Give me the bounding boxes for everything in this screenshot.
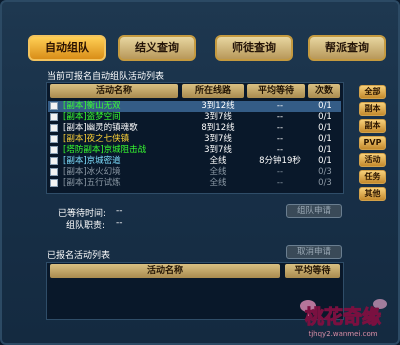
team-role-value: --: [116, 218, 123, 228]
activity-name: [副本]幽灵的镇魂歌: [63, 123, 138, 133]
activity-row[interactable]: [副本]京城密道 全线 8分钟19秒 0/1: [48, 156, 341, 167]
team-apply-button[interactable]: 组队申请: [286, 204, 342, 218]
activity-lines: 8到12线: [201, 123, 235, 133]
activity-avg-wait: --: [276, 123, 284, 133]
activity-checkbox[interactable]: [50, 168, 58, 176]
activity-lines: 全线: [209, 178, 227, 188]
team-window: 自动组队 结义查询 师徒查询 帮派查询 当前可报名自动组队活动列表 活动名称 所…: [0, 0, 400, 345]
filter-dungeon-2-button[interactable]: 副本: [359, 119, 386, 133]
activity-count: 0/3: [318, 167, 332, 177]
activity-row[interactable]: [塔防副本]京城阻击战 3到7线 -- 0/1: [48, 145, 341, 156]
activity-lines: 3到7线: [204, 145, 232, 155]
waited-time-value: --: [116, 206, 123, 216]
tab-mentor-query[interactable]: 师徒查询: [215, 35, 293, 61]
cancel-apply-button[interactable]: 取消申请: [286, 245, 342, 259]
logo-site: tjhqy2.wanmei.com: [308, 330, 377, 338]
tab-sworn-query[interactable]: 结义查询: [118, 35, 196, 61]
col-header-lines: 所在线路: [182, 84, 244, 98]
activity-name: [副本]冰火幻境: [63, 167, 121, 177]
filter-quest-button[interactable]: 任务: [359, 170, 386, 184]
activity-name: [副本]夜之七侠镇: [63, 134, 130, 144]
activity-count: 0/1: [318, 134, 332, 144]
col-header-name: 活动名称: [50, 84, 178, 98]
activity-checkbox[interactable]: [50, 146, 58, 154]
activity-checkbox[interactable]: [50, 124, 58, 132]
activity-avg-wait: --: [276, 167, 284, 177]
game-logo: 桃花奇缘 tjhqy2.wanmei.com: [290, 292, 396, 342]
col-header-wait: 平均等待: [247, 84, 305, 98]
filter-event-button[interactable]: 活动: [359, 153, 386, 167]
activity-row[interactable]: [副本]冰火幻境 全线 -- 0/3: [48, 167, 341, 178]
activity-row[interactable]: [副本]盗梦空间 3到7线 -- 0/1: [48, 112, 341, 123]
activity-avg-wait: --: [276, 178, 284, 188]
team-role-label: 组队职责:: [66, 221, 106, 231]
reg-col-header-wait: 平均等待: [285, 264, 340, 278]
activity-name: [塔防副本]京城阻击战: [63, 145, 147, 155]
filter-other-button[interactable]: 其他: [359, 187, 386, 201]
activity-count: 0/1: [318, 101, 332, 111]
filter-dungeon-button[interactable]: 副本: [359, 102, 386, 116]
activity-count: 0/1: [318, 112, 332, 122]
activity-avg-wait: --: [276, 145, 284, 155]
activity-row[interactable]: [副本]五行试炼 全线 -- 0/3: [48, 178, 341, 189]
activity-count: 0/1: [318, 145, 332, 155]
activity-row[interactable]: [副本]幽灵的镇魂歌 8到12线 -- 0/1: [48, 123, 341, 134]
activity-count: 0/1: [318, 156, 332, 166]
reg-col-header-name: 活动名称: [50, 264, 280, 278]
activity-count: 0/1: [318, 123, 332, 133]
activity-avg-wait: --: [276, 101, 284, 111]
tab-auto-team[interactable]: 自动组队: [28, 35, 106, 61]
activity-checkbox[interactable]: [50, 113, 58, 121]
activity-checkbox[interactable]: [50, 179, 58, 187]
activity-checkbox[interactable]: [50, 135, 58, 143]
activity-lines: 3到7线: [204, 112, 232, 122]
activity-lines: 全线: [209, 156, 227, 166]
activity-checkbox[interactable]: [50, 102, 58, 110]
activity-name: [副本]京城密道: [63, 156, 121, 166]
filter-pvp-button[interactable]: PVP: [359, 136, 386, 150]
activity-avg-wait: 8分钟19秒: [259, 156, 301, 166]
activity-name: [副本]盗梦空间: [63, 112, 121, 122]
activity-lines: 3到12线: [201, 101, 235, 111]
activity-lines: 3到7线: [204, 134, 232, 144]
col-header-count: 次数: [308, 84, 340, 98]
activity-lines: 全线: [209, 167, 227, 177]
activity-checkbox[interactable]: [50, 157, 58, 165]
activity-avg-wait: --: [276, 112, 284, 122]
activity-name: [副本]衡山无双: [63, 101, 121, 111]
activity-row[interactable]: [副本]衡山无双 3到12线 -- 0/1: [48, 101, 341, 112]
filter-all-button[interactable]: 全部: [359, 85, 386, 99]
tab-guild-query[interactable]: 帮派查询: [308, 35, 386, 61]
available-list-title: 当前可报名自动组队活动列表: [47, 72, 165, 82]
activity-avg-wait: --: [276, 134, 284, 144]
activity-row[interactable]: [副本]夜之七侠镇 3到7线 -- 0/1: [48, 134, 341, 145]
activity-count: 0/3: [318, 178, 332, 188]
activity-name: [副本]五行试炼: [63, 178, 121, 188]
registered-list-title: 已报名活动列表: [47, 251, 111, 261]
logo-title: 桃花奇缘: [305, 305, 381, 328]
